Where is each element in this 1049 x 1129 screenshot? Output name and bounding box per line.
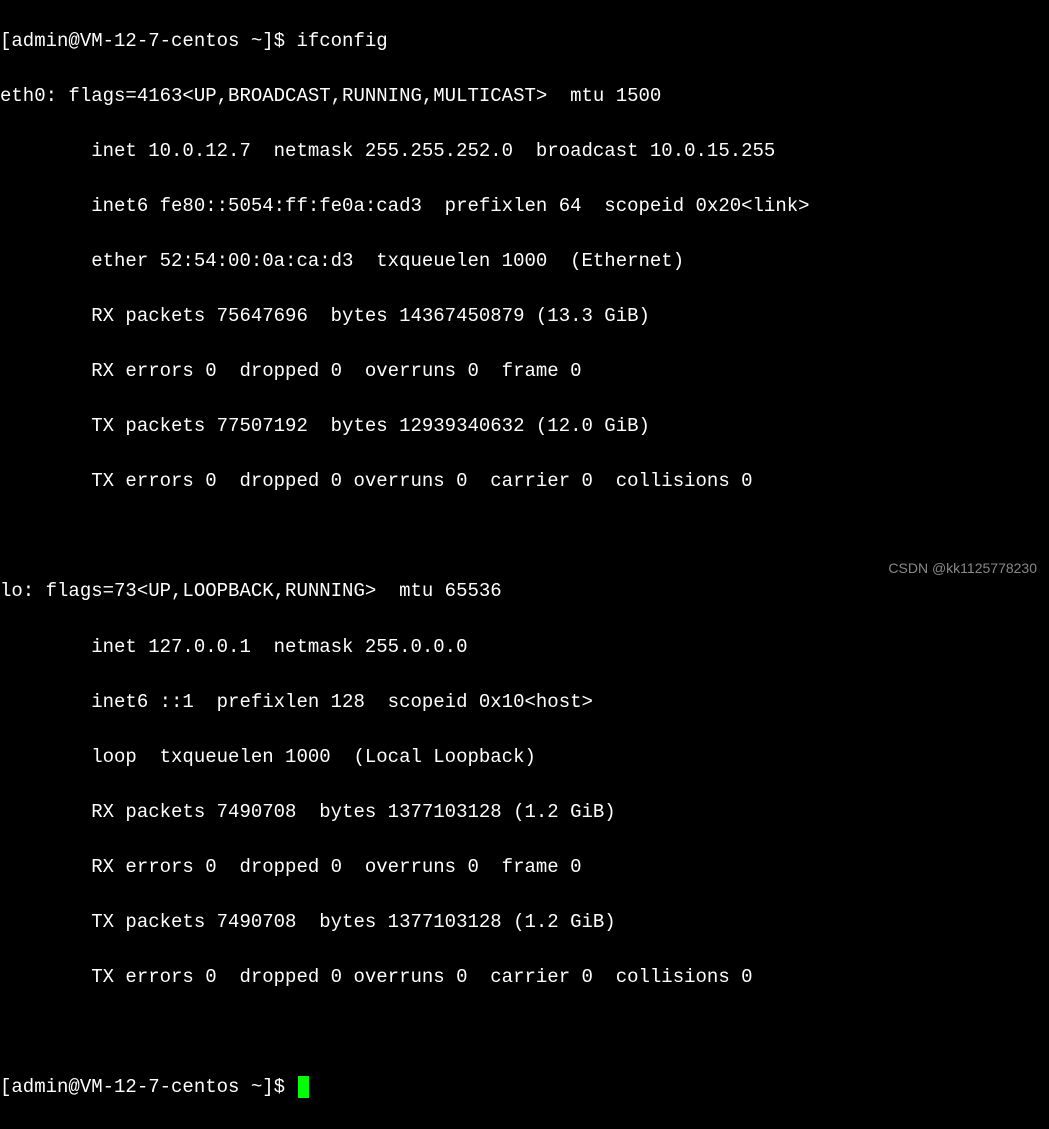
- lo-rx-errors: RX errors 0 dropped 0 overruns 0 frame 0: [0, 854, 1049, 882]
- watermark-text: CSDN @kk1125778230: [888, 558, 1037, 578]
- eth0-header: eth0: flags=4163<UP,BROADCAST,RUNNING,MU…: [0, 83, 1049, 111]
- eth0-ether: ether 52:54:00:0a:ca:d3 txqueuelen 1000 …: [0, 248, 1049, 276]
- lo-loop: loop txqueuelen 1000 (Local Loopback): [0, 744, 1049, 772]
- lo-tx-packets: TX packets 7490708 bytes 1377103128 (1.2…: [0, 909, 1049, 937]
- lo-rx-packets: RX packets 7490708 bytes 1377103128 (1.2…: [0, 799, 1049, 827]
- blank-line: [0, 523, 1049, 551]
- lo-header: lo: flags=73<UP,LOOPBACK,RUNNING> mtu 65…: [0, 578, 1049, 606]
- eth0-tx-packets: TX packets 77507192 bytes 12939340632 (1…: [0, 413, 1049, 441]
- lo-inet6: inet6 ::1 prefixlen 128 scopeid 0x10<hos…: [0, 689, 1049, 717]
- prompt-prefix: [admin@VM-12-7-centos ~]$: [0, 1076, 296, 1098]
- eth0-rx-packets: RX packets 75647696 bytes 14367450879 (1…: [0, 303, 1049, 331]
- eth0-inet: inet 10.0.12.7 netmask 255.255.252.0 bro…: [0, 138, 1049, 166]
- eth0-inet6: inet6 fe80::5054:ff:fe0a:cad3 prefixlen …: [0, 193, 1049, 221]
- lo-tx-errors: TX errors 0 dropped 0 overruns 0 carrier…: [0, 964, 1049, 992]
- lo-inet: inet 127.0.0.1 netmask 255.0.0.0: [0, 634, 1049, 662]
- prompt-line-2[interactable]: [admin@VM-12-7-centos ~]$: [0, 1074, 1049, 1102]
- prompt-prefix: [admin@VM-12-7-centos ~]$: [0, 30, 296, 52]
- eth0-rx-errors: RX errors 0 dropped 0 overruns 0 frame 0: [0, 358, 1049, 386]
- prompt-line-1: [admin@VM-12-7-centos ~]$ ifconfig: [0, 28, 1049, 56]
- blank-line: [0, 1019, 1049, 1047]
- command-text: ifconfig: [296, 30, 387, 52]
- cursor-icon: [298, 1076, 309, 1098]
- eth0-tx-errors: TX errors 0 dropped 0 overruns 0 carrier…: [0, 468, 1049, 496]
